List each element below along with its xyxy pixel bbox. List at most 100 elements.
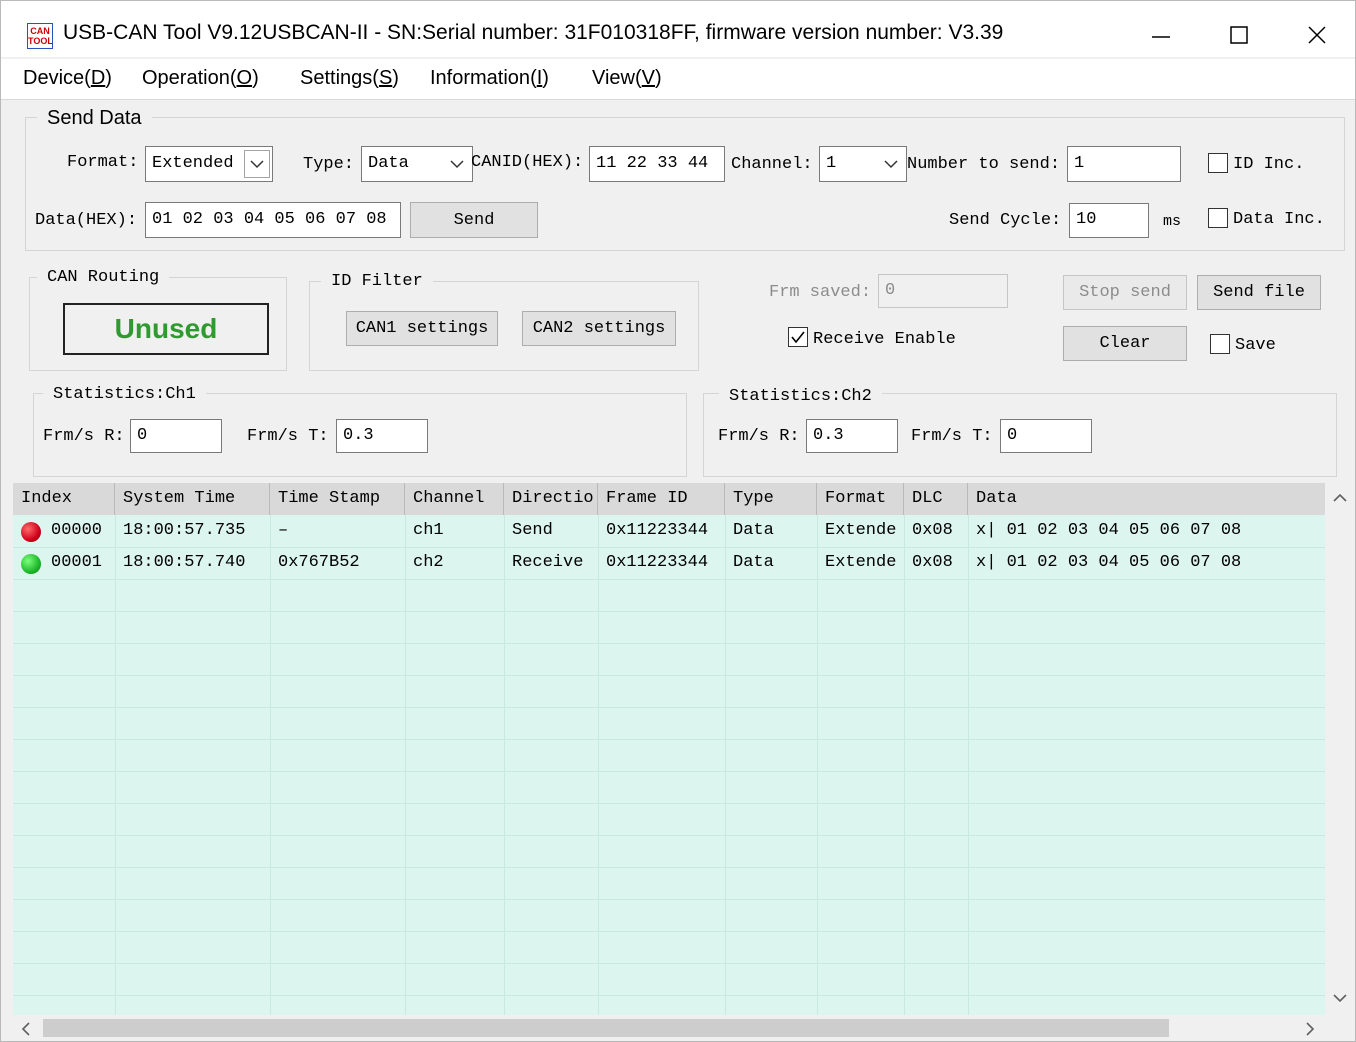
clear-button[interactable]: Clear	[1063, 326, 1187, 361]
cell-dlc: 0x08	[912, 553, 953, 572]
horizontal-scroll-thumb[interactable]	[43, 1019, 1169, 1037]
column-header-direction[interactable]: Directio	[504, 483, 598, 515]
cell-channel: ch1	[413, 521, 444, 540]
ch1-frm-t-label: Frm/s T:	[247, 427, 329, 446]
grid-line	[13, 867, 1325, 868]
cell-data: x| 01 02 03 04 05 06 07 08	[976, 553, 1242, 572]
data-inc-checkbox[interactable]	[1208, 208, 1228, 228]
cell-direction: Send	[512, 521, 553, 540]
minimize-button[interactable]	[1131, 13, 1191, 57]
grid-line	[13, 963, 1325, 964]
format-select-value: Extended	[152, 154, 234, 173]
column-header-time-stamp[interactable]: Time Stamp	[270, 483, 405, 515]
checkmark-icon	[791, 331, 805, 344]
cell-type: Data	[733, 521, 774, 540]
column-header-type[interactable]: Type	[725, 483, 817, 515]
channel-select-value: 1	[826, 154, 837, 173]
send-data-group-title: Send Data	[37, 107, 152, 130]
menu-view[interactable]: View(V)	[592, 67, 662, 90]
send-button[interactable]: Send	[410, 202, 538, 238]
column-header-system-time[interactable]: System Time	[115, 483, 270, 515]
number-to-send-input[interactable]: 1	[1067, 146, 1181, 182]
grid-line	[817, 515, 818, 1015]
grid-line	[13, 579, 1325, 580]
number-to-send-label: Number to send:	[907, 155, 1061, 174]
channel-select[interactable]: 1	[819, 146, 907, 182]
can-routing-unused-button[interactable]: Unused	[63, 303, 269, 355]
data-hex-input[interactable]: 01 02 03 04 05 06 07 08	[145, 202, 401, 238]
ch2-frm-r-label: Frm/s R:	[718, 427, 800, 446]
app-window: CAN TOOL USB-CAN Tool V9.12USBCAN-II - S…	[0, 0, 1356, 1042]
stop-send-button[interactable]: Stop send	[1063, 275, 1187, 310]
table-header: Index System Time Time Stamp Channel Dir…	[13, 483, 1325, 515]
ch1-frm-t-field: 0.3	[336, 419, 428, 453]
maximize-icon	[1230, 26, 1248, 44]
menu-information[interactable]: Information(I)	[430, 67, 549, 90]
save-checkbox[interactable]	[1210, 334, 1230, 354]
cell-system-time: 18:00:57.740	[123, 553, 246, 572]
title-bar: CAN TOOL USB-CAN Tool V9.12USBCAN-II - S…	[1, 1, 1355, 57]
close-icon	[1308, 26, 1326, 44]
grid-line	[13, 771, 1325, 772]
ch2-frm-t-field: 0	[1000, 419, 1092, 453]
column-header-data[interactable]: Data	[968, 483, 1325, 515]
cell-direction: Receive	[512, 553, 584, 572]
menu-operation[interactable]: Operation(O)	[142, 67, 259, 90]
can1-settings-button[interactable]: CAN1 settings	[346, 311, 498, 346]
id-inc-label: ID Inc.	[1233, 155, 1305, 174]
channel-label: Channel:	[731, 155, 813, 174]
scroll-down-icon[interactable]	[1333, 993, 1347, 1003]
frm-saved-field: 0	[878, 274, 1008, 308]
grid-line	[405, 515, 406, 1015]
column-header-dlc[interactable]: DLC	[904, 483, 968, 515]
grid-line	[13, 643, 1325, 644]
type-select-value: Data	[368, 154, 409, 173]
maximize-button[interactable]	[1209, 13, 1269, 57]
cell-index: 00000	[51, 521, 103, 540]
grid-line	[13, 611, 1325, 612]
grid-line	[904, 515, 905, 1015]
window-title: USB-CAN Tool V9.12USBCAN-II - SN:Serial …	[63, 21, 1004, 44]
scroll-right-icon[interactable]	[1305, 1022, 1315, 1036]
can2-settings-button[interactable]: CAN2 settings	[522, 311, 676, 346]
column-header-index[interactable]: Index	[13, 483, 115, 515]
scroll-left-icon[interactable]	[21, 1022, 31, 1036]
horizontal-scrollbar[interactable]	[13, 1015, 1325, 1041]
receive-enable-checkbox[interactable]	[788, 327, 808, 347]
can-tool-app-icon: CAN TOOL	[27, 23, 53, 49]
table-row[interactable]: 00001 18:00:57.740 0x767B52 ch2 Receive …	[13, 547, 1325, 579]
ch2-frm-r-field: 0.3	[806, 419, 898, 453]
send-cycle-input[interactable]: 10	[1069, 203, 1149, 238]
menu-settings[interactable]: Settings(S)	[300, 67, 399, 90]
format-select[interactable]: Extended	[145, 146, 273, 182]
id-inc-checkbox[interactable]	[1208, 153, 1228, 173]
status-green-icon	[21, 554, 41, 574]
ch1-frm-r-label: Frm/s R:	[43, 427, 125, 446]
grid-line	[13, 803, 1325, 804]
send-file-button[interactable]: Send file	[1197, 275, 1321, 310]
ch2-frm-t-label: Frm/s T:	[911, 427, 993, 446]
statistics-ch2-group-title: Statistics:Ch2	[719, 387, 882, 406]
grid-line	[13, 835, 1325, 836]
menu-bar: Device(D) Operation(O) Settings(S) Infor…	[1, 59, 1355, 100]
menu-device[interactable]: Device(D)	[23, 67, 112, 90]
canid-input[interactable]: 11 22 33 44	[589, 146, 725, 182]
statistics-ch1-group-title: Statistics:Ch1	[43, 385, 206, 404]
vertical-scrollbar[interactable]	[1325, 483, 1355, 1015]
send-cycle-label: Send Cycle:	[949, 211, 1062, 230]
close-button[interactable]	[1287, 13, 1347, 57]
frame-table: Index System Time Time Stamp Channel Dir…	[13, 483, 1325, 1015]
scroll-up-icon[interactable]	[1333, 493, 1347, 503]
column-header-channel[interactable]: Channel	[405, 483, 504, 515]
grid-line	[13, 675, 1325, 676]
grid-line	[598, 515, 599, 1015]
chevron-down-icon	[444, 150, 470, 178]
column-header-frame-id[interactable]: Frame ID	[598, 483, 725, 515]
cell-system-time: 18:00:57.735	[123, 521, 246, 540]
type-select[interactable]: Data	[361, 146, 473, 182]
cell-format: Extende	[825, 553, 897, 572]
grid-line	[504, 515, 505, 1015]
table-row[interactable]: 00000 18:00:57.735 – ch1 Send 0x11223344…	[13, 515, 1325, 547]
column-header-format[interactable]: Format	[817, 483, 904, 515]
grid-line	[13, 931, 1325, 932]
